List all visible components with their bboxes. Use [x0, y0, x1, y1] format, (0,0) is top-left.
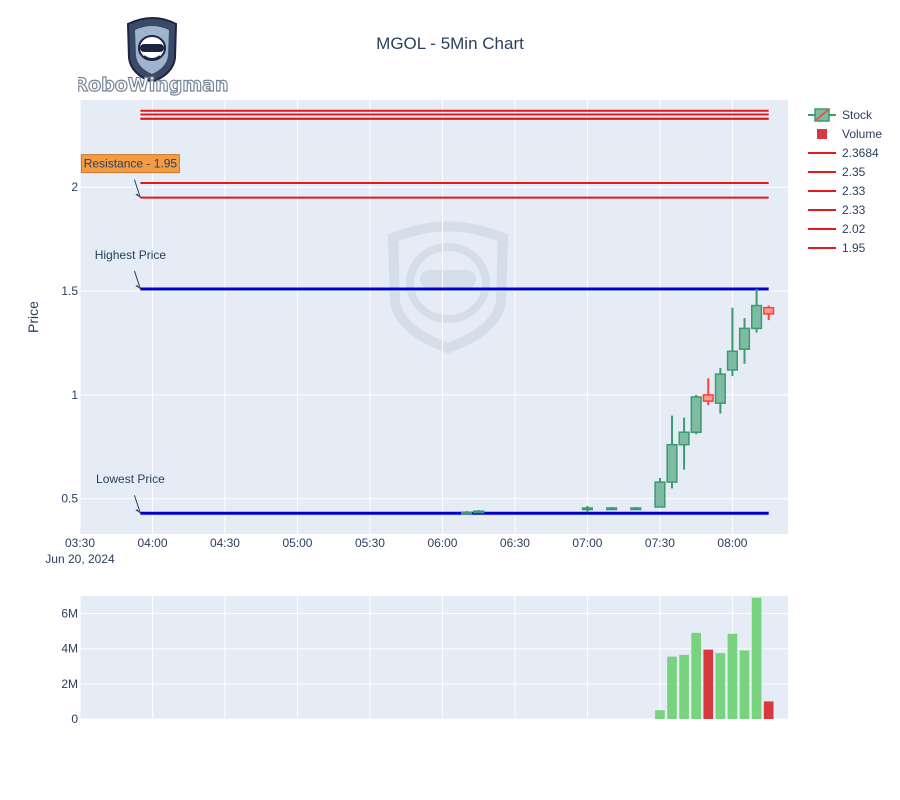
candle-body [678, 431, 690, 446]
price-xtick-date-label: Jun 20, 2024 [45, 552, 115, 566]
candle [690, 394, 702, 435]
candle [654, 477, 666, 508]
watermark-visor [420, 270, 476, 288]
candle [630, 507, 642, 511]
annotation-label: Highest Price [95, 248, 167, 262]
candle-body [726, 350, 739, 371]
candle [473, 510, 485, 514]
volume-bar [703, 649, 714, 719]
candle-body [702, 394, 714, 402]
candle-body [666, 443, 678, 483]
volume-ytick-label: 6M [61, 607, 78, 621]
legend-item: 2.3684 [808, 146, 879, 160]
volume-ytick-label: 4M [61, 642, 78, 656]
candle-body [461, 511, 473, 515]
candle-body [690, 396, 702, 433]
volume-bar [739, 650, 750, 719]
price-ytick-label: 1 [71, 388, 78, 402]
volume-ytick-label: 0 [71, 712, 78, 726]
price-xtick-label: 03:30 [65, 536, 95, 550]
annotation-label: Lowest Price [96, 472, 165, 486]
price-xtick-label: 06:30 [500, 536, 530, 550]
price-xtick-label: 04:00 [137, 536, 167, 550]
price-xtick-label: 08:00 [717, 536, 747, 550]
legend-label: 2.33 [842, 203, 866, 217]
volume-ytick-label: 2M [61, 677, 78, 691]
candle-body [751, 304, 763, 330]
candle-body [738, 327, 751, 350]
price-xtick-label: 04:30 [210, 536, 240, 550]
legend-item: 2.02 [808, 222, 866, 236]
volume-bar [727, 633, 738, 719]
price-xtick-label: 07:00 [572, 536, 602, 550]
legend-item: Stock [808, 108, 873, 122]
volume-bar [655, 710, 665, 719]
legend-label: Stock [842, 108, 873, 122]
price-ytick-label: 2 [71, 180, 78, 194]
candle [606, 507, 618, 511]
candle-body [581, 507, 594, 511]
price-ytick-label: 0.5 [61, 492, 78, 506]
candle-body [654, 481, 666, 508]
legend-label: 2.02 [842, 222, 866, 236]
volume-bar [763, 701, 774, 719]
legend-label: 2.35 [842, 165, 866, 179]
legend-label: 1.95 [842, 241, 866, 255]
volume-bar [667, 656, 677, 719]
candle-body [630, 507, 642, 511]
candle-body [714, 373, 726, 404]
price-xtick-label: 05:00 [282, 536, 312, 550]
legend-label: 2.3684 [842, 146, 879, 160]
price-xtick-label: 07:30 [645, 536, 675, 550]
chart-root: MGOL - 5Min Chart RoboWingman 0.5 1 1.5 2 03… [0, 0, 900, 800]
candle-body [763, 306, 775, 315]
legend-label: 2.33 [842, 184, 866, 198]
price-ytick-label: 1.5 [61, 284, 78, 298]
price-axis-title: Price [25, 301, 41, 333]
volume-bar [691, 632, 702, 719]
legend-item: 1.95 [808, 241, 866, 255]
volume-bar [679, 654, 689, 719]
legend-volume-icon [817, 129, 827, 139]
chart-canvas: 0.511.5203:30 04:00 04:30 05:00 05:30 06:00 06… [25, 100, 882, 726]
legend-item: 2.33 [808, 203, 866, 217]
legend-item: 2.33 [808, 184, 866, 198]
legend-label: Volume [842, 127, 882, 141]
price-xtick-label: 06:00 [427, 536, 457, 550]
legend-item: 2.35 [808, 165, 866, 179]
annotation-label: Resistance - 1.95 [84, 157, 178, 171]
volume-bar [751, 597, 762, 719]
volume-bar [715, 653, 726, 719]
candle [461, 511, 473, 515]
price-xtick-label: 05:30 [355, 536, 385, 550]
legend-item: Volume [817, 127, 882, 141]
candle-body [606, 507, 618, 511]
candle-body [473, 510, 485, 514]
